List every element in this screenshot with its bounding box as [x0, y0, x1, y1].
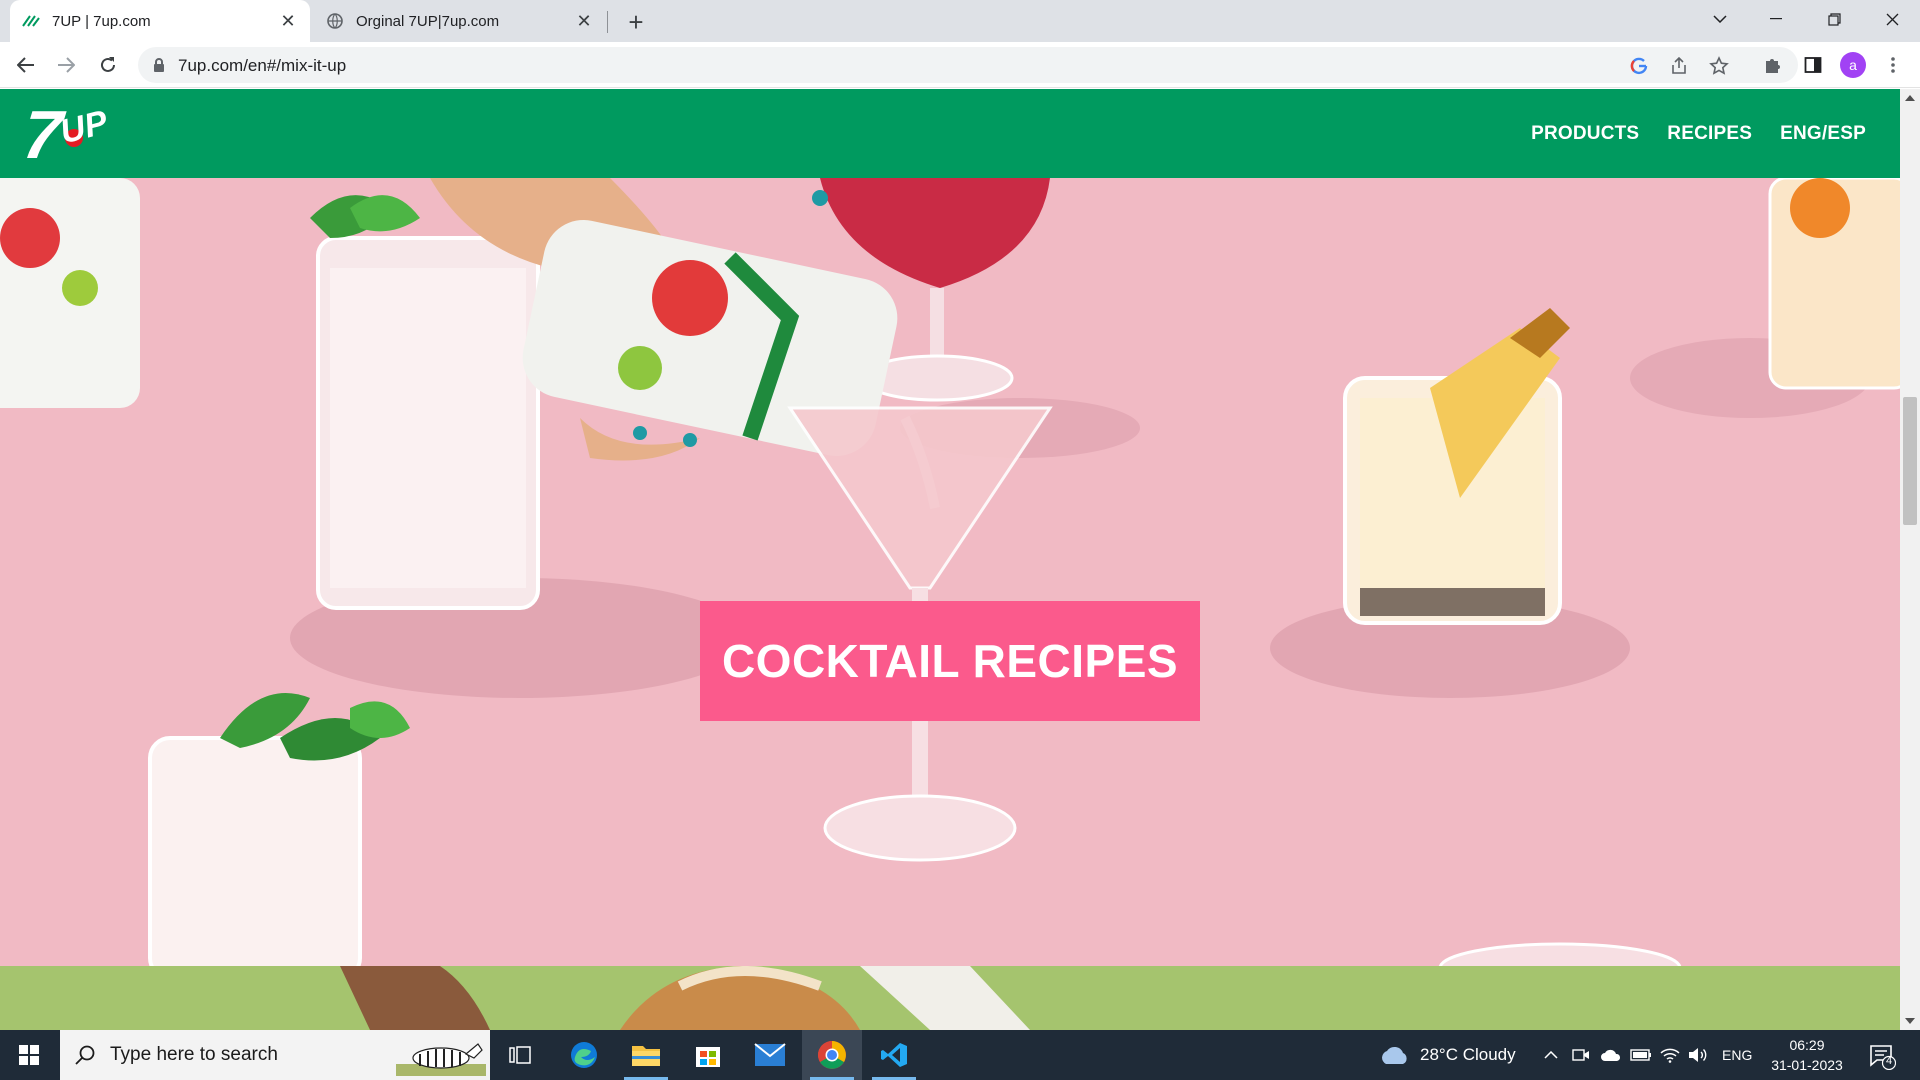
page-viewport: 7 UP PRODUCTS RECIPES ENG/ESP COCKTAIL R…	[0, 89, 1900, 1030]
windows-logo-icon	[19, 1045, 39, 1065]
tab-original-7up[interactable]: Orginal 7UP|7up.com ✕	[312, 0, 608, 42]
forward-button[interactable]	[50, 49, 82, 81]
cloud-icon	[1382, 1046, 1407, 1064]
weather-widget[interactable]: 28°C Cloudy	[1378, 1030, 1516, 1080]
wifi-icon[interactable]	[1660, 1030, 1680, 1080]
bookmark-star-icon[interactable]	[1708, 55, 1730, 77]
zebra-search-highlight-icon	[396, 1043, 486, 1076]
new-tab-button[interactable]: +	[622, 7, 650, 37]
hero-cocktail-image: COCKTAIL RECIPES	[0, 178, 1900, 966]
site-nav: PRODUCTS RECIPES ENG/ESP	[1531, 89, 1866, 178]
system-clock[interactable]: 06:29 31-01-2023	[1764, 1035, 1850, 1075]
7up-favicon-icon	[22, 12, 40, 30]
lock-icon	[154, 58, 164, 72]
tab-title: Orginal 7UP|7up.com	[356, 12, 500, 30]
minimize-button[interactable]	[1748, 0, 1804, 38]
profile-avatar[interactable]: a	[1840, 52, 1866, 78]
google-translate-icon[interactable]	[1628, 55, 1650, 77]
search-placeholder: Type here to search	[110, 1044, 278, 1065]
share-icon[interactable]	[1668, 55, 1690, 77]
back-button[interactable]	[10, 49, 42, 81]
meet-now-icon[interactable]	[1572, 1030, 1590, 1080]
nav-recipes[interactable]: RECIPES	[1667, 123, 1752, 145]
page-scrollbar[interactable]	[1900, 89, 1920, 1030]
edge-icon[interactable]	[554, 1030, 614, 1080]
kebab-menu-icon[interactable]	[1880, 52, 1906, 78]
mail-icon[interactable]	[740, 1030, 800, 1080]
notification-count-badge: 4	[1885, 1055, 1893, 1067]
close-window-button[interactable]	[1864, 0, 1920, 38]
cocktail-recipes-button[interactable]: COCKTAIL RECIPES	[700, 601, 1200, 721]
nav-products[interactable]: PRODUCTS	[1531, 123, 1639, 145]
side-panel-icon[interactable]	[1800, 52, 1826, 78]
vscode-icon[interactable]	[864, 1030, 924, 1080]
windows-taskbar: Type here to search 28°C Cloudy ENG 06:2…	[0, 1030, 1920, 1080]
7up-logo[interactable]: 7 UP	[20, 94, 126, 180]
notification-center-icon[interactable]: 4	[1868, 1042, 1897, 1071]
extensions-puzzle-icon[interactable]	[1760, 52, 1786, 78]
address-bar[interactable]: 7up.com/en#/mix-it-up	[138, 47, 1798, 83]
cocktail-photo	[0, 178, 1900, 966]
input-language-indicator[interactable]: ENG	[1722, 1030, 1752, 1080]
chrome-icon[interactable]	[802, 1030, 862, 1080]
close-tab-icon[interactable]: ✕	[574, 11, 594, 31]
onedrive-cloud-icon[interactable]	[1600, 1030, 1622, 1080]
clock-time: 06:29	[1789, 1037, 1825, 1053]
show-hidden-icons-chevron-icon[interactable]	[1544, 1030, 1558, 1080]
scrollbar-thumb[interactable]	[1903, 397, 1917, 525]
tab-title: 7UP | 7up.com	[52, 12, 151, 30]
clock-date: 31-01-2023	[1771, 1057, 1843, 1073]
scroll-up-arrow-icon[interactable]	[1905, 95, 1915, 101]
file-explorer-icon[interactable]	[616, 1030, 676, 1080]
restore-button[interactable]	[1806, 0, 1862, 38]
battery-icon[interactable]	[1630, 1030, 1652, 1080]
search-icon	[75, 1045, 95, 1065]
tab-7up[interactable]: 7UP | 7up.com ✕	[10, 0, 310, 42]
scroll-down-arrow-icon[interactable]	[1905, 1018, 1915, 1024]
taskbar-search-box[interactable]: Type here to search	[60, 1030, 490, 1080]
task-view-icon[interactable]	[490, 1030, 550, 1080]
globe-icon	[326, 12, 344, 30]
start-button[interactable]	[0, 1030, 58, 1080]
next-section-preview	[0, 966, 1900, 1030]
close-tab-icon[interactable]: ✕	[278, 11, 298, 31]
browser-toolbar: 7up.com/en#/mix-it-up a	[0, 42, 1920, 88]
weather-text: 28°C Cloudy	[1420, 1045, 1516, 1064]
microsoft-store-icon[interactable]	[678, 1030, 738, 1080]
reload-button[interactable]	[92, 49, 124, 81]
nav-language-toggle[interactable]: ENG/ESP	[1780, 123, 1866, 145]
site-header: 7 UP PRODUCTS RECIPES ENG/ESP	[0, 89, 1900, 178]
tab-divider	[607, 11, 608, 33]
tab-search-chevron-icon[interactable]	[1692, 0, 1748, 38]
tab-strip: 7UP | 7up.com ✕ Orginal 7UP|7up.com ✕ +	[0, 0, 1920, 42]
url-text: 7up.com/en#/mix-it-up	[178, 56, 347, 75]
svg-text:UP: UP	[56, 103, 111, 151]
volume-icon[interactable]	[1688, 1030, 1708, 1080]
